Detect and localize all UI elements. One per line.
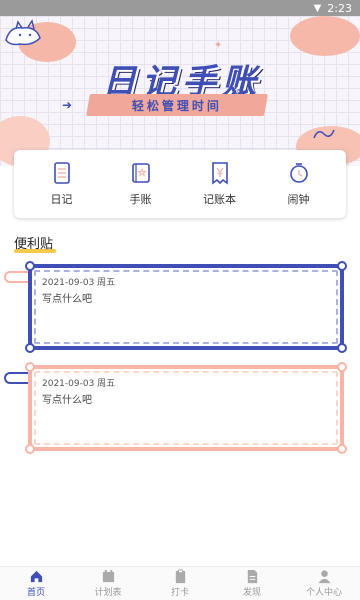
cat-doodle-icon <box>5 19 41 46</box>
banner-subtitle: 轻松管理时间 <box>131 98 222 113</box>
note-corner-dot <box>337 362 347 372</box>
note-date: 2021-09-03 周五 <box>42 278 116 288</box>
swirl-doodle-icon <box>313 129 335 139</box>
feature-diary[interactable]: 日记 <box>27 161 97 207</box>
home-icon <box>30 570 42 583</box>
note-text: 写点什么吧 <box>42 395 92 406</box>
nav-label: 首页 <box>26 588 45 598</box>
note-corner-dot <box>25 362 35 372</box>
section-title: 便利贴 <box>14 233 56 253</box>
status-time: 2:23 <box>327 1 352 15</box>
nav-profile[interactable]: 个人中心 <box>294 569 354 598</box>
feature-card: 日记 手账 记账本 闹钟 <box>14 150 346 218</box>
note-date: 2021-09-03 周五 <box>42 379 116 389</box>
feature-notebook[interactable]: 手账 <box>106 161 176 207</box>
clipboard-icon <box>175 569 185 584</box>
status-bar: ▼ 2:23 <box>0 0 360 16</box>
feature-label: 日记 <box>50 193 73 206</box>
diary-icon <box>53 162 70 184</box>
feature-label: 手账 <box>129 193 152 206</box>
decor-blob <box>290 16 360 56</box>
note-corner-dot <box>25 343 35 353</box>
sticky-note[interactable]: 2021-09-03 周五 写点什么吧 <box>25 261 347 353</box>
document-icon <box>247 569 257 584</box>
nav-plan[interactable]: 计划表 <box>78 569 138 598</box>
star-doodle-icon: ✦ <box>214 40 223 51</box>
nav-label: 计划表 <box>94 588 122 598</box>
feature-label: 闹钟 <box>287 193 310 206</box>
nav-home[interactable]: 首页 <box>6 569 66 598</box>
banner-title: 日记手账 <box>102 62 262 102</box>
notebook-icon <box>131 163 150 183</box>
nav-label: 发现 <box>242 588 261 598</box>
nav-discover[interactable]: 发现 <box>222 569 282 598</box>
nav-label: 打卡 <box>170 588 189 598</box>
feature-alarm[interactable]: 闹钟 <box>264 161 334 207</box>
nav-label: 个人中心 <box>305 588 342 598</box>
calendar-icon <box>102 569 114 583</box>
hero-banner: ✦ 日记手账 ➜ 轻松管理时间 <box>0 16 360 166</box>
sticky-note[interactable]: 2021-09-03 周五 写点什么吧 <box>25 362 347 454</box>
wifi-icon: ▼ <box>313 2 322 14</box>
note-corner-dot <box>25 261 35 271</box>
user-icon <box>317 570 331 584</box>
note-corner-dot <box>337 444 347 454</box>
arrow-doodle-icon: ➜ <box>62 98 73 112</box>
note-corner-dot <box>337 261 347 271</box>
nav-checkin[interactable]: 打卡 <box>150 569 210 598</box>
section-title-text: 便利贴 <box>14 237 54 252</box>
note-text: 写点什么吧 <box>42 294 92 305</box>
note-corner-dot <box>337 343 347 353</box>
bottom-nav: 首页 计划表 打卡 发现 个人中心 <box>0 566 360 600</box>
feature-label: 记账本 <box>203 193 236 206</box>
note-corner-dot <box>25 444 35 454</box>
banner-subtitle-ribbon: 轻松管理时间 <box>86 94 268 116</box>
ledger-icon <box>211 162 228 185</box>
alarm-clock-icon <box>289 163 308 183</box>
feature-ledger[interactable]: 记账本 <box>185 161 255 207</box>
